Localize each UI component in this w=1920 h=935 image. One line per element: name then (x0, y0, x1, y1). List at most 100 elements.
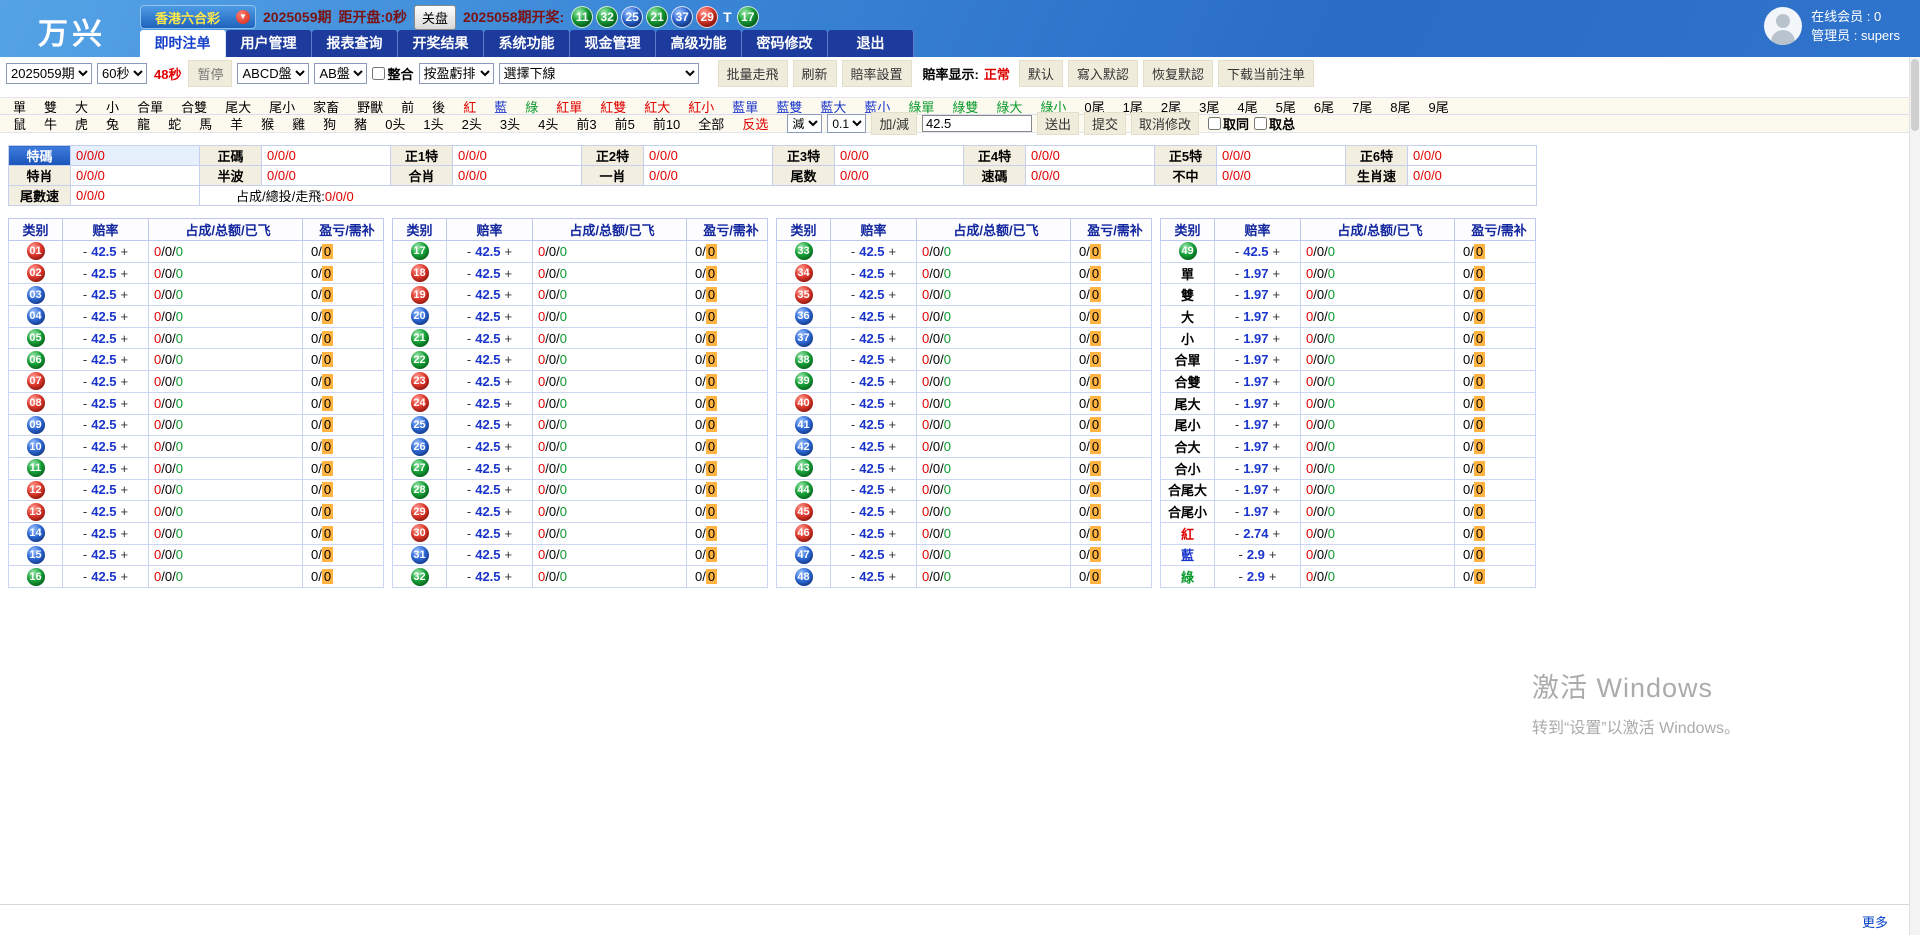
nav-tab-9[interactable]: 退出 (828, 30, 914, 57)
bet-category-cell[interactable]: 07 (9, 371, 63, 393)
filter-item[interactable]: 虎 (66, 114, 97, 133)
refresh-button[interactable]: 刷新 (793, 60, 837, 87)
number-ball[interactable]: 42 (795, 438, 813, 456)
odds-minus-button[interactable]: - (1231, 287, 1243, 302)
odds-minus-button[interactable]: - (79, 439, 91, 454)
odds-minus-button[interactable]: - (1231, 266, 1243, 281)
summary-category-tab[interactable]: 正2特 (582, 146, 644, 166)
filter-item[interactable]: 馬 (190, 114, 221, 133)
bet-type-label[interactable]: 大 (1181, 310, 1194, 325)
number-ball[interactable]: 29 (411, 503, 429, 521)
odds-plus-button[interactable]: + (1269, 331, 1285, 346)
scrollbar-thumb[interactable] (1911, 59, 1919, 131)
number-ball[interactable]: 11 (27, 459, 45, 477)
number-ball[interactable]: 05 (27, 329, 45, 347)
odds-minus-button[interactable]: - (1231, 504, 1243, 519)
odds-minus-button[interactable]: - (79, 396, 91, 411)
bet-category-cell[interactable]: 09 (9, 414, 63, 436)
number-ball[interactable]: 44 (795, 481, 813, 499)
take-same-checkbox[interactable] (1208, 117, 1221, 130)
number-ball[interactable]: 25 (411, 416, 429, 434)
odds-plus-button[interactable]: + (501, 309, 517, 324)
odds-plus-button[interactable]: + (885, 309, 901, 324)
odds-minus-button[interactable]: - (847, 526, 859, 541)
nav-tab-6[interactable]: 现金管理 (570, 30, 656, 57)
default-button[interactable]: 默认 (1019, 60, 1063, 87)
number-ball[interactable]: 37 (795, 329, 813, 347)
bet-category-cell[interactable]: 14 (9, 522, 63, 544)
odds-plus-button[interactable]: + (1269, 352, 1285, 367)
filter-item[interactable]: 雙 (35, 97, 66, 116)
odds-plus-button[interactable]: + (117, 461, 133, 476)
number-ball[interactable]: 20 (411, 307, 429, 325)
odds-minus-button[interactable]: - (847, 396, 859, 411)
odds-minus-button[interactable]: - (463, 526, 475, 541)
odds-plus-button[interactable]: + (117, 417, 133, 432)
odds-plus-button[interactable]: + (117, 526, 133, 541)
filter-item[interactable]: 紅單 (547, 97, 591, 116)
bet-category-cell[interactable]: 36 (777, 306, 831, 328)
bet-category-cell[interactable]: 43 (777, 457, 831, 479)
nav-tab-4[interactable]: 开奖结果 (398, 30, 484, 57)
bet-category-cell[interactable]: 尾大 (1161, 392, 1215, 414)
bet-category-cell[interactable]: 32 (393, 566, 447, 588)
odds-minus-button[interactable]: - (463, 352, 475, 367)
odds-minus-button[interactable]: - (79, 331, 91, 346)
number-ball[interactable]: 43 (795, 459, 813, 477)
filter-item[interactable]: 前3 (567, 114, 605, 133)
restore-default-button[interactable]: 恢复默認 (1143, 60, 1213, 87)
filter-item[interactable]: 前 (392, 97, 423, 116)
odds-minus-button[interactable]: - (847, 331, 859, 346)
odds-minus-button[interactable]: - (79, 287, 91, 302)
filter-item[interactable]: 4头 (529, 114, 567, 133)
odds-minus-button[interactable]: - (463, 396, 475, 411)
odds-minus-button[interactable]: - (847, 547, 859, 562)
board-select[interactable]: ABCD盤 (237, 63, 309, 84)
filter-item[interactable]: 大 (66, 97, 97, 116)
odds-minus-button[interactable]: - (463, 417, 475, 432)
bet-category-cell[interactable]: 41 (777, 414, 831, 436)
odds-plus-button[interactable]: + (1269, 417, 1285, 432)
bet-category-cell[interactable]: 21 (393, 327, 447, 349)
bet-category-cell[interactable]: 29 (393, 501, 447, 523)
bet-category-cell[interactable]: 27 (393, 457, 447, 479)
bet-category-cell[interactable]: 20 (393, 306, 447, 328)
filter-item[interactable]: 家畜 (304, 97, 348, 116)
odds-plus-button[interactable]: + (117, 547, 133, 562)
number-ball[interactable]: 41 (795, 416, 813, 434)
summary-category-tab[interactable]: 正6特 (1346, 146, 1408, 166)
odds-plus-button[interactable]: + (117, 482, 133, 497)
odds-plus-button[interactable]: + (501, 504, 517, 519)
bet-category-cell[interactable]: 合大 (1161, 436, 1215, 458)
bet-category-cell[interactable]: 03 (9, 284, 63, 306)
odds-plus-button[interactable]: + (1265, 547, 1281, 562)
odds-plus-button[interactable]: + (885, 504, 901, 519)
nav-tab-2[interactable]: 用户管理 (226, 30, 312, 57)
send-button[interactable]: 送出 (1037, 112, 1079, 135)
number-ball[interactable]: 01 (27, 242, 45, 260)
filter-item[interactable]: 牛 (35, 114, 66, 133)
odds-plus-button[interactable]: + (1269, 439, 1285, 454)
filter-item[interactable]: 兔 (97, 114, 128, 133)
odds-plus-button[interactable]: + (1269, 482, 1285, 497)
bet-category-cell[interactable]: 01 (9, 241, 63, 263)
summary-category-tab[interactable]: 正1特 (391, 146, 453, 166)
ab-board-select[interactable]: AB盤 (314, 63, 367, 84)
filter-item[interactable]: 小 (97, 97, 128, 116)
number-ball[interactable]: 22 (411, 351, 429, 369)
odds-minus-button[interactable]: - (79, 374, 91, 389)
odds-plus-button[interactable]: + (885, 396, 901, 411)
number-ball[interactable]: 06 (27, 351, 45, 369)
filter-item[interactable]: 單 (4, 97, 35, 116)
odds-minus-button[interactable]: - (847, 504, 859, 519)
bet-category-cell[interactable]: 大 (1161, 306, 1215, 328)
summary-category-tab[interactable]: 尾數速 (9, 186, 71, 206)
bet-category-cell[interactable]: 紅 (1161, 522, 1215, 544)
odds-plus-button[interactable]: + (885, 352, 901, 367)
odds-minus-button[interactable]: - (79, 569, 91, 584)
bet-category-cell[interactable]: 35 (777, 284, 831, 306)
filter-item[interactable]: 合雙 (172, 97, 216, 116)
bet-category-cell[interactable]: 46 (777, 522, 831, 544)
filter-item[interactable]: 紅大 (635, 97, 679, 116)
bet-category-cell[interactable]: 23 (393, 371, 447, 393)
